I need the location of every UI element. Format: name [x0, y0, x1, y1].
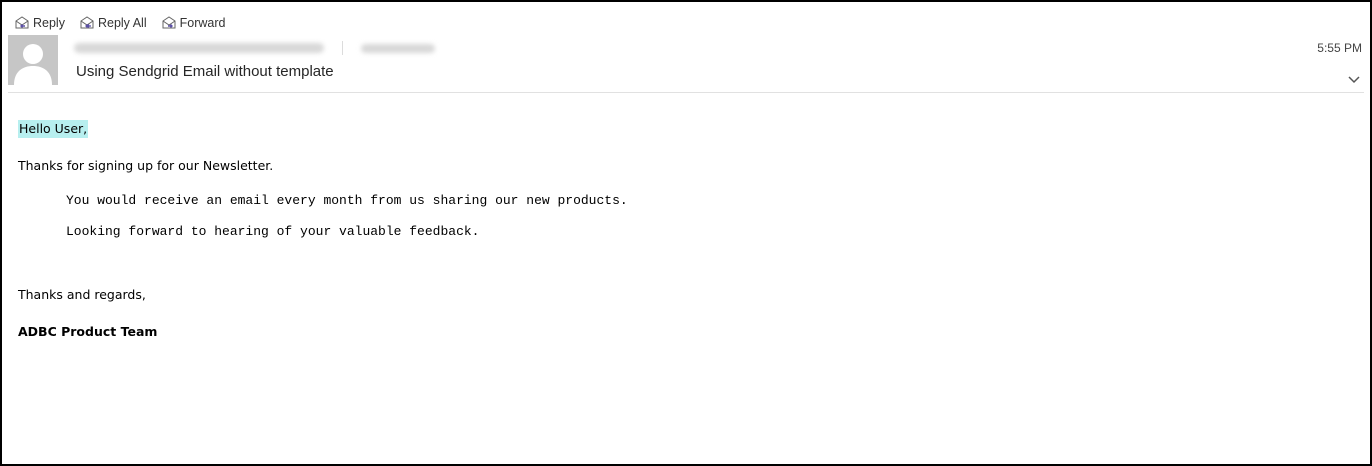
- header-divider: [8, 92, 1364, 93]
- signature-line: ADBC Product Team: [18, 324, 158, 339]
- body-mono-line-2: Looking forward to hearing of your valua…: [66, 224, 480, 239]
- sender-divider: [342, 41, 343, 55]
- sender-address-redacted[interactable]: [74, 43, 324, 53]
- forward-label: Forward: [179, 16, 226, 30]
- body-mono-line-1: You would receive an email every month f…: [66, 193, 628, 208]
- sender-line: [74, 40, 435, 56]
- reply-button[interactable]: Reply: [12, 15, 67, 31]
- email-subject: Using Sendgrid Email without template: [76, 63, 334, 80]
- reply-all-icon: [79, 16, 96, 30]
- forward-icon: [161, 16, 178, 30]
- person-icon: [8, 35, 58, 85]
- email-reading-pane: Reply Reply All Forward Using Sendgrid E…: [0, 0, 1372, 466]
- greeting-line: Hello User,: [18, 120, 89, 138]
- expand-header-button[interactable]: [1346, 72, 1362, 86]
- reply-label: Reply: [33, 16, 65, 30]
- chevron-down-icon: [1348, 76, 1360, 84]
- forward-button[interactable]: Forward: [159, 15, 228, 31]
- reply-all-label: Reply All: [97, 16, 147, 30]
- closing-line: Thanks and regards,: [18, 287, 146, 302]
- email-toolbar: Reply Reply All Forward: [12, 13, 227, 33]
- reply-all-button[interactable]: Reply All: [77, 15, 149, 31]
- sender-avatar: [8, 35, 58, 85]
- greeting-text: Hello User,: [18, 120, 89, 138]
- email-time: 5:55 PM: [1317, 41, 1362, 55]
- body-line-1: Thanks for signing up for our Newsletter…: [18, 158, 274, 173]
- reply-icon: [14, 16, 31, 30]
- recipient-redacted[interactable]: [361, 43, 435, 53]
